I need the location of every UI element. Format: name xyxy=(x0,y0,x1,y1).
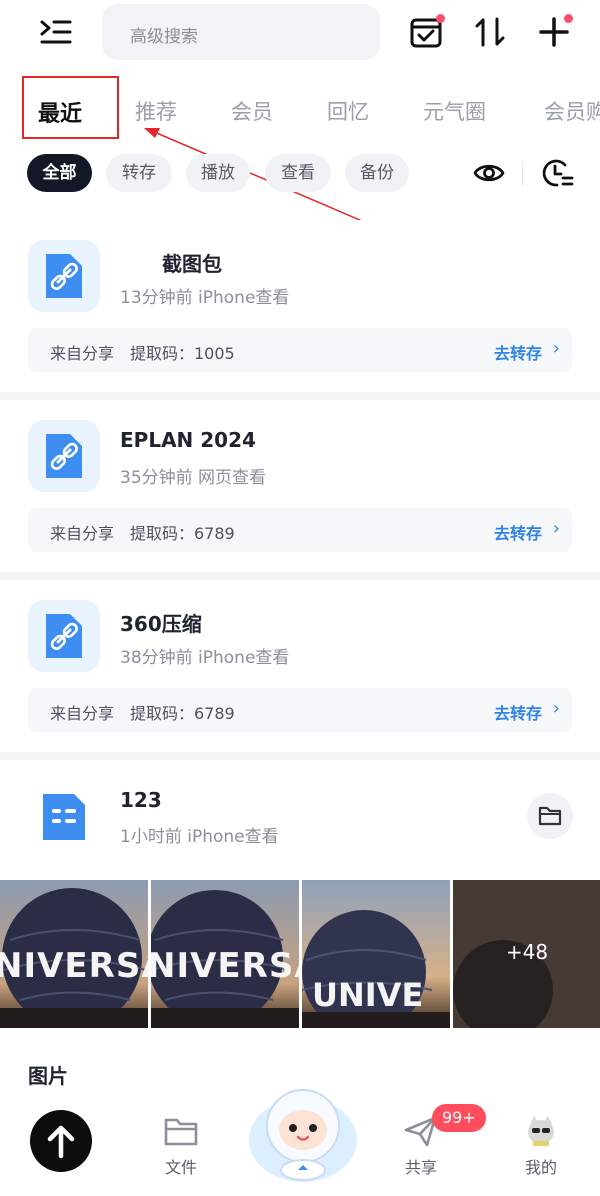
share-info-bar: 来自分享 提取码：1005 去转存 › xyxy=(28,328,572,372)
link-file-icon xyxy=(28,600,100,672)
tab-vip-shop[interactable]: 会员购 xyxy=(544,96,600,126)
nav-files[interactable]: 文件 xyxy=(141,1112,221,1182)
top-bar: 高级搜索 xyxy=(0,0,600,66)
photo-thumbnail[interactable]: NIVERSA xyxy=(0,880,148,1028)
link-file-icon xyxy=(28,240,100,312)
link-file-icon xyxy=(28,420,100,492)
photo-thumbnail[interactable]: UNIVE xyxy=(302,880,450,1028)
eye-icon[interactable] xyxy=(472,156,506,190)
more-photos-count: +48 xyxy=(505,940,549,964)
nav-label: 文件 xyxy=(164,1158,197,1177)
file-meta: 35分钟前 网页查看 xyxy=(120,468,267,488)
nav-label: 共享 xyxy=(404,1158,437,1177)
upload-button[interactable] xyxy=(30,1110,92,1172)
photo-caption: NIVERSA xyxy=(0,946,148,986)
tab-vip[interactable]: 会员 xyxy=(231,96,273,126)
photo-strip: NIVERSA NIVERSA UN xyxy=(0,880,600,1028)
chevron-right-icon: › xyxy=(552,698,560,719)
file-name: 截图包 xyxy=(162,252,222,276)
notification-dot xyxy=(436,14,445,23)
share-info-bar: 来自分享 提取码：6789 去转存 › xyxy=(28,508,572,552)
file-name: 360压缩 xyxy=(120,612,202,636)
divider xyxy=(0,572,600,580)
folder-card[interactable]: 123 1小时前 iPhone查看 xyxy=(0,760,600,878)
photo-thumbnail[interactable]: NIVERSA xyxy=(151,880,299,1028)
share-card[interactable]: 截图包 13分钟前 iPhone查看 来自分享 提取码：1005 去转存 › xyxy=(0,220,600,392)
assistant-mascot[interactable] xyxy=(246,1080,360,1184)
file-name: EPLAN 2024 xyxy=(120,428,256,452)
tab-recommend[interactable]: 推荐 xyxy=(135,96,177,126)
transfer-icon[interactable] xyxy=(472,14,508,50)
filter-save[interactable]: 转存 xyxy=(106,154,172,192)
chevron-right-icon: › xyxy=(552,518,560,539)
search-placeholder: 高级搜索 xyxy=(130,27,198,47)
annotation-highlight-box xyxy=(22,76,119,139)
tab-memories[interactable]: 回忆 xyxy=(327,96,369,126)
bottom-navigation: 文件 共享 99+ 我的 xyxy=(0,1089,600,1196)
save-to-drive-button[interactable]: 去转存 xyxy=(494,340,542,364)
filter-bar: 全部 转存 播放 查看 备份 xyxy=(0,154,600,194)
checkin-calendar-icon[interactable] xyxy=(408,14,445,50)
filter-backup[interactable]: 备份 xyxy=(345,154,409,192)
open-folder-button[interactable] xyxy=(527,793,573,839)
search-input[interactable]: 高级搜索 xyxy=(102,4,380,60)
share-source: 来自分享 xyxy=(50,344,115,363)
share-card[interactable]: EPLAN 2024 35分钟前 网页查看 来自分享 提取码：6789 去转存 … xyxy=(0,400,600,572)
file-meta: 38分钟前 iPhone查看 xyxy=(120,648,290,668)
share-card[interactable]: 360压缩 38分钟前 iPhone查看 来自分享 提取码：6789 去转存 › xyxy=(0,580,600,752)
share-source: 来自分享 xyxy=(50,524,115,543)
file-meta: 13分钟前 iPhone查看 xyxy=(120,288,290,308)
avatar xyxy=(528,1116,554,1146)
menu-icon[interactable] xyxy=(38,16,74,48)
divider xyxy=(0,392,600,400)
folder-meta: 1小时前 iPhone查看 xyxy=(120,827,279,847)
photo-thumbnail-more[interactable]: +48 xyxy=(453,880,600,1028)
folder-icon xyxy=(164,1118,198,1146)
nav-label: 我的 xyxy=(524,1158,557,1177)
divider xyxy=(0,752,600,760)
photo-caption: UNIVE xyxy=(312,976,424,1014)
section-title: 图片 xyxy=(28,1064,68,1088)
filter-view[interactable]: 查看 xyxy=(265,154,331,192)
filter-all[interactable]: 全部 xyxy=(27,154,92,192)
history-clock-icon[interactable] xyxy=(540,156,574,190)
nav-mine[interactable]: 我的 xyxy=(501,1112,581,1182)
filter-play[interactable]: 播放 xyxy=(186,154,250,192)
add-icon[interactable] xyxy=(536,14,573,50)
save-to-drive-button[interactable]: 去转存 xyxy=(494,700,542,724)
folder-name: 123 xyxy=(120,788,162,812)
folder-file-icon xyxy=(40,790,88,842)
tab-yuanqi-circle[interactable]: 元气圈 xyxy=(423,96,486,126)
chevron-right-icon: › xyxy=(552,338,560,359)
share-code: 提取码：6789 xyxy=(130,704,235,723)
share-source: 来自分享 xyxy=(50,704,115,723)
notification-dot xyxy=(564,14,573,23)
share-code: 提取码：1005 xyxy=(130,344,235,363)
share-badge: 99+ xyxy=(432,1104,486,1132)
share-code: 提取码：6789 xyxy=(130,524,235,543)
divider xyxy=(522,162,523,186)
save-to-drive-button[interactable]: 去转存 xyxy=(494,520,542,544)
share-info-bar: 来自分享 提取码：6789 去转存 › xyxy=(28,688,572,732)
photo-caption: NIVERSA xyxy=(151,946,299,986)
